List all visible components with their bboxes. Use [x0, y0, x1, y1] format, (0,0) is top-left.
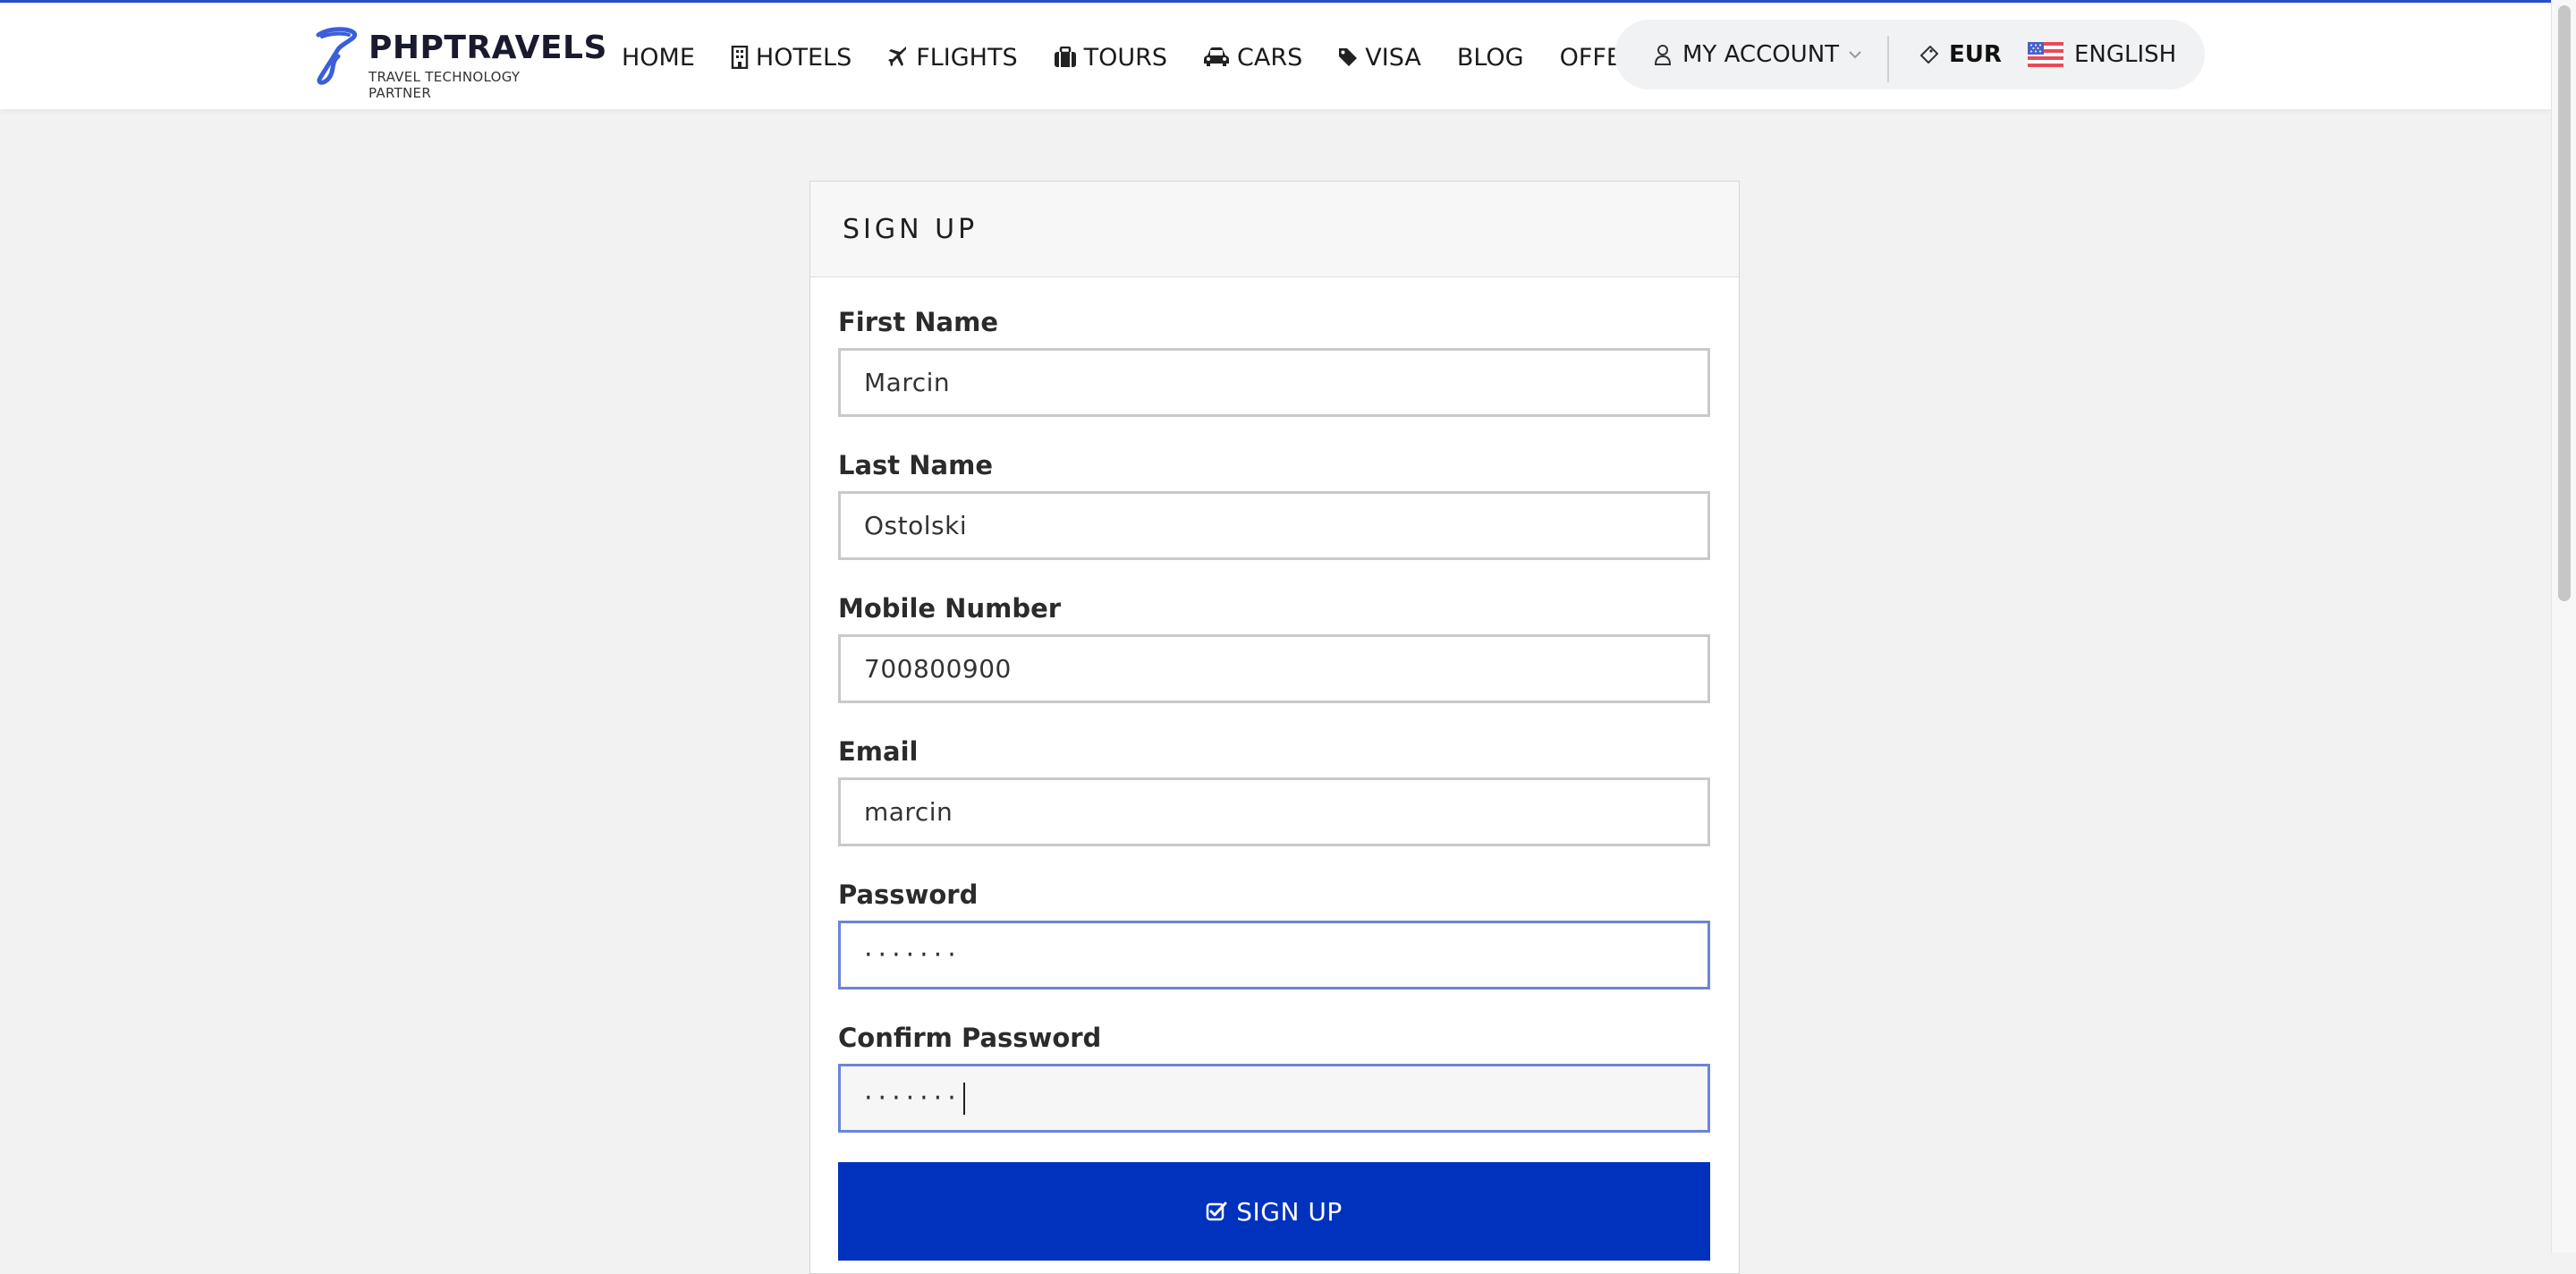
nav-hotels-label: HOTELS	[755, 43, 852, 72]
currency-selector[interactable]: EUR	[1919, 20, 2002, 89]
brand-tagline: TRAVEL TECHNOLOGY PARTNER	[369, 69, 521, 101]
site-header: PHPTRAVELS TRAVEL TECHNOLOGY PARTNER HOM…	[0, 3, 2551, 109]
divider	[1887, 36, 1889, 82]
signup-card: SIGN UP First Name Marcin Last Name Osto…	[809, 181, 1740, 1274]
nav-flights-label: FLIGHTS	[916, 43, 1018, 72]
last-name-label: Last Name	[838, 450, 993, 480]
first-name-input[interactable]: Marcin	[838, 348, 1710, 417]
text-caret	[962, 1082, 965, 1115]
brand-logo[interactable]: PHPTRAVELS TRAVEL TECHNOLOGY PARTNER	[313, 26, 606, 101]
check-square-icon	[1206, 1201, 1227, 1222]
signup-button[interactable]: SIGN UP	[838, 1162, 1710, 1261]
nav-visa[interactable]: VISA	[1338, 44, 1421, 72]
first-name-value: Marcin	[864, 368, 951, 397]
language-label: ENGLISH	[2074, 41, 2177, 68]
nav-flights[interactable]: FLIGHTS	[887, 43, 1018, 72]
phptravels-logo-icon	[316, 27, 358, 85]
nav-home[interactable]: HOME	[622, 44, 695, 72]
nav-blog[interactable]: BLOG	[1457, 44, 1524, 72]
brand-name: PHPTRAVELS	[369, 30, 607, 66]
signup-title: SIGN UP	[843, 214, 979, 245]
password-label: Password	[838, 879, 979, 910]
ticket-icon	[1919, 44, 1940, 65]
my-account-dropdown[interactable]: MY ACCOUNT	[1654, 20, 1862, 89]
nav-visa-label: VISA	[1365, 43, 1421, 72]
last-name-input[interactable]: Ostolski	[838, 491, 1710, 560]
email-input[interactable]: marcin	[838, 777, 1710, 846]
us-flag-icon	[2028, 42, 2063, 67]
mobile-number-label: Mobile Number	[838, 593, 1062, 624]
confirm-password-label: Confirm Password	[838, 1023, 1102, 1053]
building-icon	[731, 46, 749, 69]
confirm-password-input[interactable]: ·······	[838, 1064, 1710, 1133]
email-label: Email	[838, 736, 919, 767]
nav-tours-label: TOURS	[1083, 43, 1168, 72]
user-icon	[1654, 44, 1672, 65]
nav-tours[interactable]: TOURS	[1054, 44, 1167, 72]
currency-label: EUR	[1949, 41, 2002, 68]
nav-hotels[interactable]: HOTELS	[731, 44, 852, 72]
plane-icon	[887, 47, 909, 68]
nav-cars[interactable]: CARS	[1203, 44, 1302, 72]
last-name-value: Ostolski	[864, 511, 968, 540]
language-selector[interactable]: ENGLISH	[2028, 20, 2176, 89]
suitcase-icon	[1054, 47, 1077, 68]
page-scrollbar[interactable]	[2551, 0, 2576, 1253]
password-value: ·······	[864, 939, 962, 971]
signup-card-header: SIGN UP	[810, 182, 1739, 277]
first-name-label: First Name	[838, 307, 998, 337]
car-icon	[1203, 47, 1230, 68]
tag-icon	[1338, 47, 1358, 68]
scrollbar-thumb[interactable]	[2558, 5, 2571, 601]
confirm-password-value: ·······	[864, 1083, 962, 1114]
nav-cars-label: CARS	[1237, 43, 1303, 72]
mobile-number-input[interactable]: 700800900	[838, 634, 1710, 703]
nav-home-label: HOME	[622, 43, 695, 72]
email-value: marcin	[864, 797, 953, 827]
my-account-label: MY ACCOUNT	[1682, 41, 1840, 68]
mobile-number-value: 700800900	[864, 654, 1012, 684]
nav-blog-label: BLOG	[1456, 43, 1524, 72]
password-input[interactable]: ·······	[838, 921, 1710, 989]
main-nav: HOME HOTELS FLIGHTS TOURS CARS VISA BLOG…	[622, 35, 1654, 80]
signup-button-label: SIGN UP	[1236, 1196, 1343, 1227]
chevron-down-icon	[1848, 50, 1862, 59]
account-currency-language-bar: MY ACCOUNT EUR ENGLISH	[1614, 20, 2205, 89]
